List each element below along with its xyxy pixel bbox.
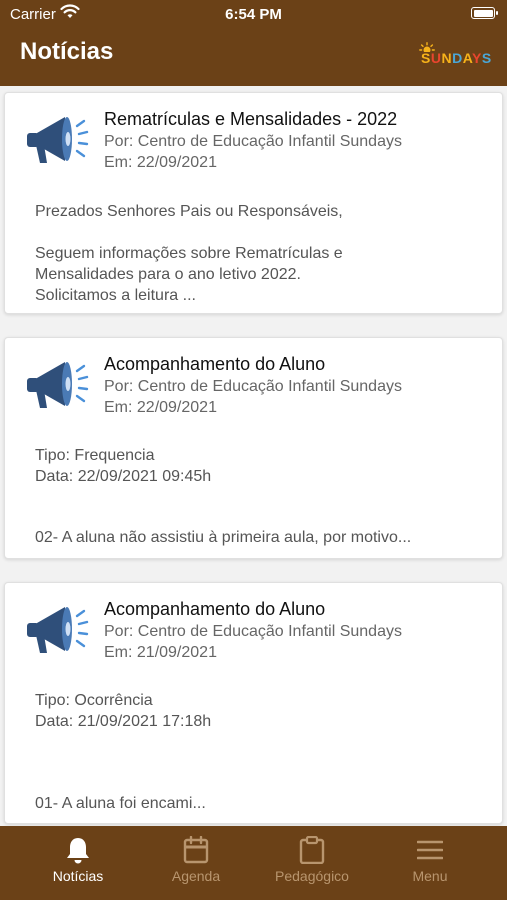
- news-excerpt-line: 02- A aluna não assistiu à primeira aula…: [35, 529, 412, 546]
- bottom-tab-bar: Notícias Agenda Pedagógico Menu: [0, 826, 507, 900]
- status-time: 6:54 PM: [225, 6, 282, 23]
- news-excerpt-line: Tipo: Frequencia: [35, 447, 155, 464]
- tab-noticias[interactable]: Notícias: [23, 836, 133, 892]
- news-card[interactable]: Acompanhamento do Aluno Por: Centro de E…: [4, 582, 503, 824]
- hamburger-menu-icon: [375, 836, 485, 864]
- news-excerpt-line: Seguem informações sobre Rematrículas e: [35, 245, 343, 262]
- news-title: Rematrículas e Mensalidades - 2022: [104, 109, 398, 129]
- news-author: Por: Centro de Educação Infantil Sundays: [104, 378, 402, 395]
- news-feed[interactable]: Rematrículas e Mensalidades - 2022 Por: …: [0, 86, 507, 826]
- sundays-logo: SUNDAYS: [419, 42, 491, 68]
- news-title: Acompanhamento do Aluno: [104, 354, 326, 374]
- megaphone-icon: [23, 601, 93, 666]
- news-excerpt-line: Mensalidades para o ano letivo 2022.: [35, 266, 301, 283]
- clipboard-icon: [257, 836, 367, 864]
- tab-menu[interactable]: Menu: [375, 836, 485, 892]
- news-author: Por: Centro de Educação Infantil Sundays: [104, 133, 402, 150]
- news-excerpt-line: Prezados Senhores Pais ou Responsáveis,: [35, 203, 343, 220]
- news-excerpt-line: 01- A aluna foi encami...: [35, 795, 206, 812]
- tab-pedagogico[interactable]: Pedagógico: [257, 836, 367, 892]
- tab-agenda[interactable]: Agenda: [141, 836, 251, 892]
- page-title: Notícias: [20, 38, 114, 65]
- bell-icon: [23, 836, 133, 864]
- news-card[interactable]: Rematrículas e Mensalidades - 2022 Por: …: [4, 92, 503, 314]
- megaphone-icon: [23, 356, 93, 421]
- megaphone-icon: [23, 111, 93, 176]
- tab-label: Agenda: [171, 868, 221, 884]
- tab-label: Notícias: [52, 868, 104, 884]
- calendar-icon: [141, 836, 251, 864]
- news-date: Em: 22/09/2021: [104, 154, 217, 171]
- news-excerpt-line: Tipo: Ocorrência: [35, 692, 153, 709]
- tab-label: Pedagógico: [275, 868, 349, 884]
- news-excerpt-line: Data: 21/09/2021 17:18h: [35, 713, 212, 730]
- battery-icon: [471, 7, 498, 19]
- status-bar: Carrier 6:54 PM: [0, 0, 507, 28]
- tab-label: Menu: [412, 868, 448, 884]
- news-excerpt-line: Data: 22/09/2021 09:45h: [35, 468, 212, 485]
- news-date: Em: 21/09/2021: [104, 644, 217, 661]
- news-author: Por: Centro de Educação Infantil Sundays: [104, 623, 402, 640]
- news-date: Em: 22/09/2021: [104, 399, 217, 416]
- app-header: Carrier 6:54 PM Notícias SUNDAYS: [0, 0, 507, 86]
- news-card[interactable]: Acompanhamento do Aluno Por: Centro de E…: [4, 337, 503, 559]
- news-title: Acompanhamento do Aluno: [104, 599, 326, 619]
- news-excerpt-line: Solicitamos a leitura ...: [35, 287, 196, 304]
